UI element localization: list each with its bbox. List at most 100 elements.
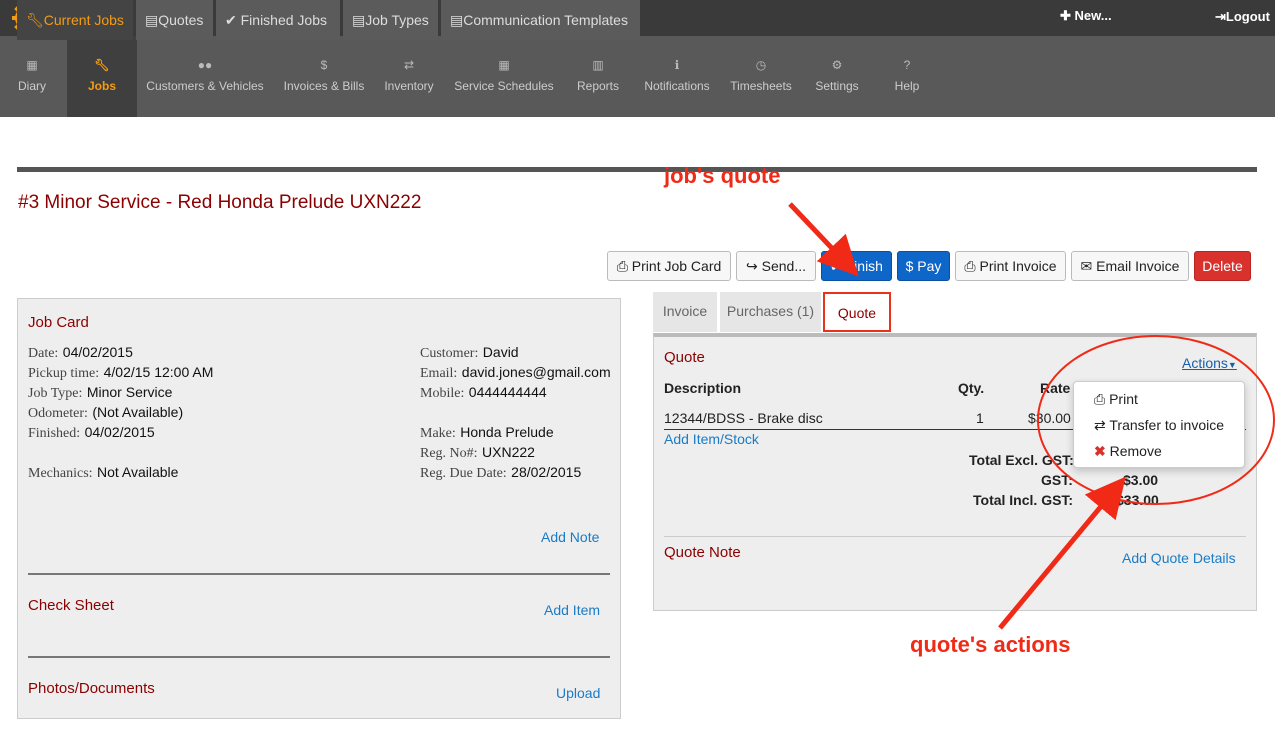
mechanics-field: Mechanics: Not Available [28,464,178,482]
regdue-field: Reg. Due Date: 28/02/2015 [420,464,581,482]
quote-title: Quote [664,349,705,366]
printer-icon: ⎙ [1094,391,1106,407]
annotation-label-jobs-quote: job's quote [664,163,781,188]
odometer-value: (Not Available) [92,404,184,420]
logout-label: Logout [1225,9,1270,24]
nav-item-jobs[interactable]: 🔧︎ Jobs [67,36,137,117]
nav-item-invoices-bills[interactable]: $ Invoices & Bills [276,36,372,117]
job-card-title: Job Card [28,314,89,331]
tab-purchases[interactable]: Purchases (1) [720,292,821,332]
divider [664,536,1246,537]
logout-icon: ⇥ [1215,9,1226,24]
tab-finished-jobs[interactable]: ✔ Finished Jobs [216,0,340,40]
retweet-icon: ⇄ [403,58,415,72]
menu-item-remove[interactable]: ✖ Remove [1094,443,1162,460]
menu-item-print[interactable]: ⎙ Print [1094,391,1138,408]
pay-button[interactable]: $ Pay [897,251,950,281]
tab-quotes[interactable]: ▤Quotes [136,0,213,40]
gst-value: $3.00 [1123,472,1159,488]
actions-dropdown-menu: ⎙ Print ⇄ Transfer to invoice ✖ Remove [1073,381,1245,468]
jobtype-value: Minor Service [86,384,173,400]
customer-value: David [482,344,519,360]
tab-label: Job Types [365,12,429,28]
regno-value: UXN222 [482,444,535,460]
button-label: Finish [845,258,883,274]
nav-item-label: Invoices & Bills [283,79,365,93]
tab-invoice[interactable]: Invoice [653,292,717,332]
print-job-card-button[interactable]: ⎙ Print Job Card [607,251,731,281]
item-description: 12344/BDSS - Brake disc [664,410,823,426]
mechanics-value: Not Available [96,464,179,480]
printer-icon: ⎙ [616,258,628,274]
tab-current-jobs[interactable]: 🔧︎Current Jobs [17,0,133,40]
email-invoice-button[interactable]: ✉ Email Invoice [1071,251,1189,281]
nav-item-inventory[interactable]: ⇄ Inventory [378,36,440,117]
finish-button[interactable]: ✔ Finish [821,251,892,281]
file-icon: ▤ [352,12,366,28]
nav-item-service-schedules[interactable]: ▦ Service Schedules [446,36,562,117]
odometer-label: Odometer: [28,406,88,421]
clock-icon: ◷ [755,58,767,72]
mobile-field: Mobile: 0444444444 [420,384,547,402]
nav-item-customers-vehicles[interactable]: ●● Customers & Vehicles [140,36,270,117]
tab-label: Current Jobs [43,12,124,28]
actions-dropdown-button[interactable]: Actions▼ [1182,355,1237,371]
nav-item-reports[interactable]: ▥ Reports [570,36,626,117]
check-icon: ✔ [830,258,842,274]
photos-title: Photos/Documents [28,680,155,697]
nav-item-diary[interactable]: ▦ Diary [0,36,64,117]
customer-field: Customer: David [420,344,519,362]
column-header-description: Description [664,380,742,396]
mechanics-label: Mechanics: [28,466,93,481]
tab-communication-templates[interactable]: ▤Communication Templates [441,0,640,40]
nav-item-settings[interactable]: ⚙ Settings [808,36,866,117]
date-field: Date: 04/02/2015 [28,344,133,362]
date-label: Date: [28,346,59,361]
nav-item-label: Customers & Vehicles [146,79,264,93]
subtabs-underline [17,167,1257,172]
add-item-link[interactable]: Add Item [544,602,600,618]
tab-job-types[interactable]: ▤Job Types [343,0,438,40]
info-icon: ℹ [674,58,680,72]
logout-button[interactable]: ⇥Logout [1215,9,1270,25]
nav-item-notifications[interactable]: ℹ Notifications [636,36,718,117]
regdue-value: 28/02/2015 [511,464,582,480]
page-title: #3 Minor Service - Red Honda Prelude UXN… [18,192,422,213]
button-label: Print Invoice [979,258,1057,274]
nav-item-help[interactable]: ? Help [882,36,932,117]
send-button[interactable]: ↪ Send... [736,251,816,281]
nav-item-timesheets[interactable]: ◷ Timesheets [724,36,798,117]
tab-label: Finished Jobs [240,12,328,28]
print-invoice-button[interactable]: ⎙ Print Invoice [955,251,1066,281]
job-card-panel: Job Card Date: 04/02/2015 Pickup time: 4… [17,298,621,719]
gst-label: GST: [1041,472,1073,488]
odometer-field: Odometer: (Not Available) [28,404,183,422]
calendar-icon: ▦ [498,58,510,72]
button-label: Email Invoice [1096,258,1180,274]
add-note-link[interactable]: Add Note [541,529,599,545]
quote-note-title: Quote Note [664,544,741,561]
nav-item-label: Inventory [384,79,434,93]
total-incl-value: $33.00 [1116,492,1159,508]
button-label: Send... [761,258,806,274]
item-rate: $30.00 [1028,410,1071,426]
tab-quote[interactable]: Quote [823,292,891,332]
total-incl-label: Total Incl. GST: [973,492,1074,508]
item-qty: 1 [976,410,984,426]
column-header-qty: Qty. [958,380,985,396]
upload-link[interactable]: Upload [556,685,600,701]
total-excl-label: Total Excl. GST: [969,452,1074,468]
main-nav: ▦ Diary 🔧︎ Jobs ●● Customers & Vehicles … [0,36,1275,117]
caret-down-icon: ▼ [1227,360,1237,370]
add-item-stock-link[interactable]: Add Item/Stock [664,431,759,447]
cogs-icon: ⚙ [831,58,843,72]
nav-item-label: Reports [576,79,620,93]
nav-item-label: Notifications [644,79,710,93]
menu-item-transfer-to-invoice[interactable]: ⇄ Transfer to invoice [1094,417,1224,434]
delete-button[interactable]: Delete [1194,251,1251,281]
check-icon: ✔ [225,12,237,28]
share-icon: ↪ [746,258,758,274]
divider [28,573,610,575]
add-quote-details-link[interactable]: Add Quote Details [1122,550,1236,566]
new-button[interactable]: ✚ New... [1060,8,1112,24]
